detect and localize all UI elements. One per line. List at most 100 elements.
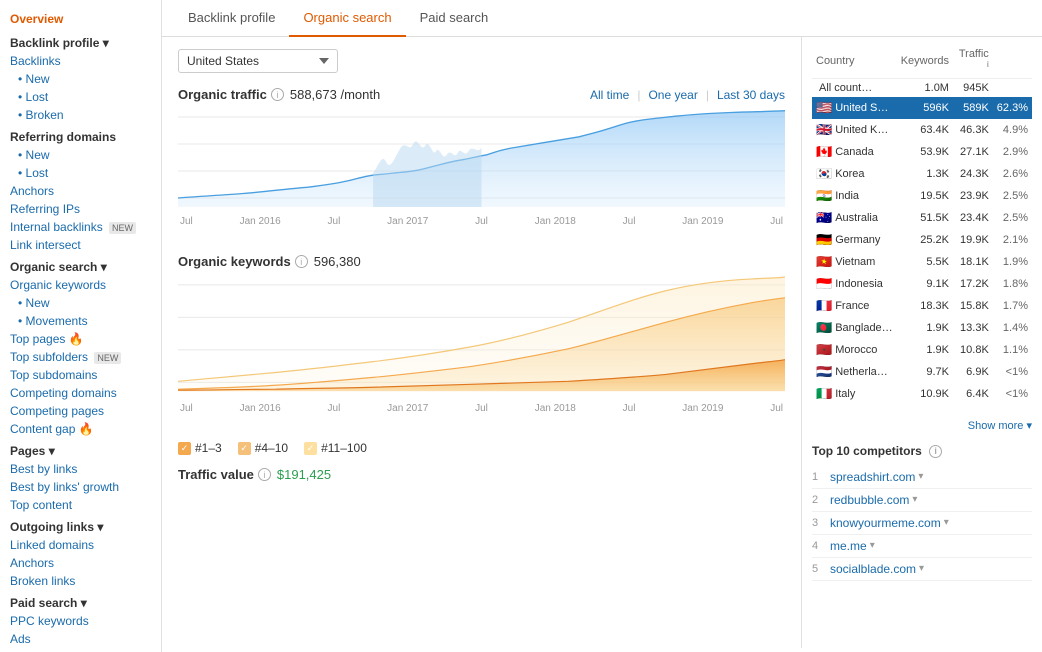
organic-traffic-value: 588,673 /month [290, 87, 380, 102]
sidebar-section-organic[interactable]: Organic search ▾ [0, 254, 161, 276]
sidebar-item-backlinks-new[interactable]: New [0, 70, 161, 88]
table-row[interactable]: 🇩🇪 Germany 25.2K 19.9K 2.1% [812, 229, 1032, 251]
country-dropdown[interactable]: United States All countries United Kingd… [178, 49, 338, 73]
pct-cell: 1.4% [993, 317, 1032, 339]
table-row[interactable]: 🇺🇸 United S… 596K 589K 62.3% [812, 97, 1032, 119]
table-row[interactable]: 🇫🇷 France 18.3K 15.8K 1.7% [812, 295, 1032, 317]
show-more-countries[interactable]: Show more ▾ [812, 419, 1032, 432]
sidebar-item-best-by-links-growth[interactable]: Best by links' growth [0, 478, 161, 496]
check-icon-11-100: ✓ [304, 442, 317, 455]
tab-backlink-profile[interactable]: Backlink profile [174, 0, 289, 37]
traffic-chart-xaxis: Jul Jan 2016 Jul Jan 2017 Jul Jan 2018 J… [178, 216, 785, 227]
sidebar-item-content-gap[interactable]: Content gap 🔥 [0, 420, 161, 438]
table-row[interactable]: 🇰🇷 Korea 1.3K 24.3K 2.6% [812, 163, 1032, 185]
sidebar-item-organic-keywords[interactable]: Organic keywords [0, 276, 161, 294]
sidebar-item-link-intersect[interactable]: Link intersect [0, 236, 161, 254]
flag-icon: 🇺🇸 [816, 100, 832, 116]
new-badge: NEW [109, 222, 136, 234]
table-row[interactable]: 🇮🇹 Italy 10.9K 6.4K <1% [812, 383, 1032, 405]
table-row[interactable]: 🇳🇱 Netherla… 9.7K 6.9K <1% [812, 361, 1032, 383]
keywords-cell: 9.7K [897, 361, 953, 383]
sidebar: Overview Backlink profile ▾ Backlinks Ne… [0, 0, 162, 652]
sidebar-item-ads[interactable]: Ads [0, 630, 161, 648]
table-row[interactable]: 🇻🇳 Vietnam 5.5K 18.1K 1.9% [812, 251, 1032, 273]
sidebar-item-competing-pages[interactable]: Competing pages [0, 402, 161, 420]
sidebar-item-referring-ips[interactable]: Referring IPs [0, 200, 161, 218]
sidebar-item-referring-lost[interactable]: Lost [0, 164, 161, 182]
country-cell: 🇮🇩 Indonesia [812, 273, 897, 295]
table-row[interactable]: 🇦🇺 Australia 51.5K 23.4K 2.5% [812, 207, 1032, 229]
sidebar-section-pages[interactable]: Pages ▾ [0, 438, 161, 460]
sidebar-item-top-pages[interactable]: Top pages 🔥 [0, 330, 161, 348]
col-header-country: Country [812, 45, 897, 78]
sidebar-item-competing-domains[interactable]: Competing domains [0, 384, 161, 402]
competitor-link[interactable]: spreadshirt.com [830, 470, 915, 484]
table-row[interactable]: 🇲🇦 Morocco 1.9K 10.8K 1.1% [812, 339, 1032, 361]
sidebar-item-backlinks[interactable]: Backlinks [0, 52, 161, 70]
sidebar-item-internal-backlinks[interactable]: Internal backlinks NEW [0, 218, 161, 236]
pct-cell: 2.5% [993, 207, 1032, 229]
competitor-dropdown-icon[interactable]: ▾ [870, 540, 875, 551]
checkbox-1-3[interactable]: ✓ #1–3 [178, 441, 222, 455]
competitor-dropdown-icon[interactable]: ▾ [919, 563, 924, 574]
competitor-dropdown-icon[interactable]: ▾ [944, 517, 949, 528]
traffic-value-info-icon: i [258, 468, 271, 481]
sidebar-item-anchors[interactable]: Anchors [0, 182, 161, 200]
flag-icon: 🇬🇧 [816, 122, 832, 138]
competitors-info-icon: i [929, 445, 942, 458]
checkbox-11-100[interactable]: ✓ #11–100 [304, 441, 367, 455]
sidebar-section-paid[interactable]: Paid search ▾ [0, 590, 161, 612]
table-row[interactable]: 🇮🇩 Indonesia 9.1K 17.2K 1.8% [812, 273, 1032, 295]
table-row[interactable]: All count… 1.0M 945K [812, 78, 1032, 97]
competitor-dropdown-icon[interactable]: ▾ [912, 494, 917, 505]
competitor-link[interactable]: knowyourmeme.com [830, 516, 941, 530]
sidebar-item-backlinks-broken[interactable]: Broken [0, 106, 161, 124]
sidebar-item-organic-movements[interactable]: Movements [0, 312, 161, 330]
country-select-wrapper: United States All countries United Kingd… [178, 49, 785, 73]
sidebar-section-outgoing[interactable]: Outgoing links ▾ [0, 514, 161, 536]
sidebar-section-backlink[interactable]: Backlink profile ▾ [0, 30, 161, 52]
tab-organic-search[interactable]: Organic search [289, 0, 405, 37]
flag-icon: 🇧🇩 [816, 320, 832, 336]
table-row[interactable]: 🇧🇩 Banglade… 1.9K 13.3K 1.4% [812, 317, 1032, 339]
checkbox-4-10[interactable]: ✓ #4–10 [238, 441, 288, 455]
sep2: | [706, 88, 709, 102]
competitor-link[interactable]: socialblade.com [830, 562, 916, 576]
table-row[interactable]: 🇬🇧 United K… 63.4K 46.3K 4.9% [812, 119, 1032, 141]
sidebar-item-top-content[interactable]: Top content [0, 496, 161, 514]
traffic-cell: 6.9K [953, 361, 993, 383]
country-name: Morocco [835, 344, 877, 356]
traffic-value-amount: $191,425 [277, 467, 331, 482]
competitor-dropdown-icon[interactable]: ▾ [918, 471, 923, 482]
country-name: Italy [835, 388, 855, 400]
sidebar-item-best-by-links[interactable]: Best by links [0, 460, 161, 478]
table-row[interactable]: 🇮🇳 India 19.5K 23.9K 2.5% [812, 185, 1032, 207]
sidebar-overview[interactable]: Overview [0, 8, 161, 30]
filter-all-time[interactable]: All time [590, 88, 629, 102]
right-panel: Country Keywords Traffic i All count… 1.… [802, 37, 1042, 648]
traffic-value-section: Traffic value i $191,425 [178, 467, 785, 482]
tab-paid-search[interactable]: Paid search [406, 0, 503, 37]
competitor-link[interactable]: me.me [830, 539, 867, 553]
sidebar-item-outgoing-anchors[interactable]: Anchors [0, 554, 161, 572]
sidebar-item-backlinks-lost[interactable]: Lost [0, 88, 161, 106]
sidebar-item-referring-new[interactable]: New [0, 146, 161, 164]
competitor-item: 5 socialblade.com ▾ [812, 558, 1032, 581]
sidebar-item-linked-domains[interactable]: Linked domains [0, 536, 161, 554]
col-header-traffic: Traffic i [953, 45, 993, 78]
sidebar-item-top-subdomains[interactable]: Top subdomains [0, 366, 161, 384]
table-row[interactable]: 🇨🇦 Canada 53.9K 27.1K 2.9% [812, 141, 1032, 163]
country-cell: 🇧🇩 Banglade… [812, 317, 897, 339]
sidebar-item-broken-links[interactable]: Broken links [0, 572, 161, 590]
sidebar-item-top-subfolders[interactable]: Top subfolders NEW [0, 348, 161, 366]
sidebar-item-organic-new[interactable]: New [0, 294, 161, 312]
organic-keywords-value: 596,380 [314, 254, 361, 269]
filter-last-30[interactable]: Last 30 days [717, 88, 785, 102]
competitor-link[interactable]: redbubble.com [830, 493, 909, 507]
competitor-num: 5 [812, 563, 830, 575]
country-name: Australia [835, 212, 878, 224]
filter-one-year[interactable]: One year [648, 88, 697, 102]
country-cell: 🇻🇳 Vietnam [812, 251, 897, 273]
sidebar-item-ppc-keywords[interactable]: PPC keywords [0, 612, 161, 630]
sidebar-section-referring: Referring domains [0, 124, 161, 146]
